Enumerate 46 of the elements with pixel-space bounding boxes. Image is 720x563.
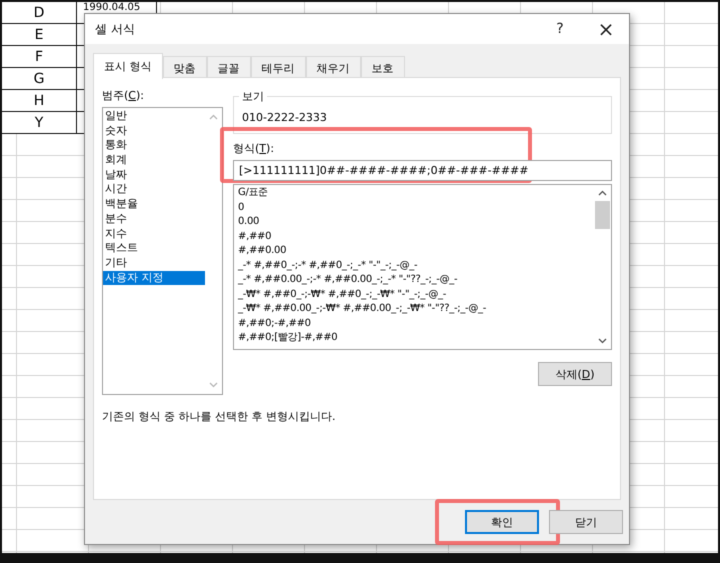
category-item[interactable]: 백분율 bbox=[103, 197, 205, 212]
scroll-down-icon[interactable] bbox=[598, 338, 607, 344]
table-cell: G bbox=[2, 68, 77, 90]
format-item[interactable]: #,##0;-#,##0 bbox=[238, 316, 594, 331]
format-item[interactable]: #,##0.00 bbox=[238, 244, 594, 258]
table-cell: H bbox=[2, 90, 77, 112]
format-item[interactable]: _-₩* #,##0.00_-;-₩* #,##0.00_-;_-₩* "-"??_-;_-@_- bbox=[238, 302, 594, 316]
category-item[interactable]: 지수 bbox=[103, 226, 205, 242]
dialog-button[interactable]: 확인 bbox=[465, 510, 539, 534]
category-item[interactable]: 시간 bbox=[103, 182, 205, 198]
format-item[interactable]: _-* #,##0.00_-;-* #,##0.00_-;_-* "-"??_-;_-@_- bbox=[238, 273, 594, 288]
tab[interactable]: 테두리 bbox=[250, 56, 306, 79]
sample-label: 보기 bbox=[239, 89, 267, 104]
format-input[interactable]: [>111111111]0##-####-####;0##-###-#### bbox=[233, 160, 612, 181]
category-item[interactable]: 날짜 bbox=[103, 168, 205, 182]
format-item[interactable]: #,##0 bbox=[238, 230, 594, 244]
table-cell: D bbox=[2, 2, 77, 24]
category-item[interactable]: 일반 bbox=[103, 109, 205, 124]
category-item[interactable]: 텍스트 bbox=[103, 241, 205, 256]
format-item[interactable]: _-* #,##0_-;-* #,##0_-;_-* "-"_-;_-@_- bbox=[238, 258, 594, 273]
format-item[interactable]: #,##0;[빨강]-#,##0 bbox=[238, 331, 594, 346]
scroll-thumb[interactable] bbox=[595, 201, 610, 229]
format-label: 형식(T): bbox=[233, 141, 276, 156]
delete-button[interactable]: 삭제(D) bbox=[538, 362, 612, 386]
category-item[interactable]: 사용자 지정 bbox=[103, 270, 205, 286]
table-cell: E bbox=[2, 24, 77, 46]
scroll-up-icon[interactable] bbox=[598, 190, 607, 196]
category-item[interactable]: 통화 bbox=[103, 138, 205, 154]
format-item[interactable]: 0 bbox=[238, 200, 594, 215]
category-item[interactable]: 기타 bbox=[103, 256, 205, 271]
dialog-button[interactable]: 닫기 bbox=[549, 510, 623, 534]
tab[interactable]: 표시 형식 bbox=[93, 53, 162, 79]
category-item[interactable]: 숫자 bbox=[103, 124, 205, 138]
table-cell: Y bbox=[2, 112, 77, 134]
category-label: 범주(C): bbox=[102, 88, 145, 103]
description-text: 기존의 형식 중 하나를 선택한 후 변형시킵니다. bbox=[102, 409, 336, 424]
close-button[interactable]: × bbox=[583, 14, 629, 44]
category-item[interactable]: 회계 bbox=[103, 153, 205, 168]
format-item[interactable]: _-₩* #,##0_-;-₩* #,##0_-;_-₩* "-"_-;_-@_- bbox=[238, 288, 594, 302]
table-cell: F bbox=[2, 46, 77, 68]
help-button[interactable]: ? bbox=[537, 14, 583, 44]
category-item[interactable]: 분수 bbox=[103, 212, 205, 226]
tab[interactable]: 채우기 bbox=[306, 56, 360, 79]
format-item[interactable]: 0.00 bbox=[238, 215, 594, 230]
sample-value: 010-2222-2333 bbox=[242, 110, 327, 124]
format-item[interactable]: G/표준 bbox=[238, 186, 594, 200]
